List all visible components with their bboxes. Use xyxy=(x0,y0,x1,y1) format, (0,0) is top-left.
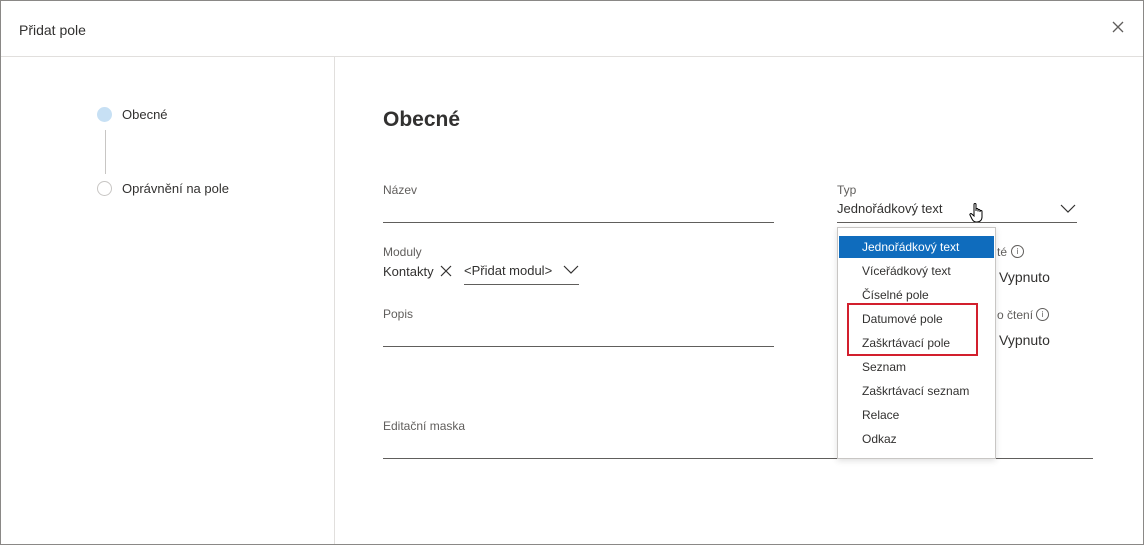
close-button[interactable] xyxy=(1110,21,1126,37)
dialog-header: Přidat pole xyxy=(1,1,1143,57)
type-option-list[interactable]: Seznam xyxy=(838,356,995,378)
description-input[interactable] xyxy=(383,324,774,346)
type-underline xyxy=(837,222,1077,223)
modules-label: Moduly xyxy=(383,245,422,259)
chevron-down-icon xyxy=(1060,204,1076,213)
type-option-checkbox[interactable]: Zaškrtávací pole xyxy=(838,332,995,354)
type-dropdown-list: Jednořádkový text Víceřádkový text Čísel… xyxy=(837,227,996,459)
type-option-date[interactable]: Datumové pole xyxy=(838,308,995,330)
module-chip-label: Kontakty xyxy=(383,264,434,279)
hand-cursor-icon xyxy=(969,203,983,223)
steps-panel xyxy=(1,57,335,544)
info-icon[interactable]: i xyxy=(1011,245,1024,258)
step-connector xyxy=(105,130,106,174)
step-field-permissions[interactable]: Oprávnění na pole xyxy=(97,181,229,196)
type-label: Typ xyxy=(837,183,857,197)
type-option-link[interactable]: Odkaz xyxy=(838,428,995,450)
edit-mask-label: Editační maska xyxy=(383,419,466,433)
type-option-single-line[interactable]: Jednořádkový text xyxy=(839,236,994,258)
step-dot-active xyxy=(97,107,112,122)
name-input[interactable] xyxy=(383,200,774,222)
remove-module-button[interactable] xyxy=(439,264,453,278)
type-option-multi-line[interactable]: Víceřádkový text xyxy=(838,260,995,282)
type-select[interactable]: Jednořádkový text xyxy=(837,198,1077,223)
chevron-down-icon xyxy=(563,265,579,274)
name-underline xyxy=(383,222,774,223)
toggle1-value[interactable]: Vypnuto xyxy=(999,269,1050,285)
step-label: Oprávnění na pole xyxy=(122,181,229,196)
name-label: Název xyxy=(383,183,418,197)
step-dot-inactive xyxy=(97,181,112,196)
close-icon xyxy=(440,265,452,277)
description-label: Popis xyxy=(383,307,414,321)
description-underline xyxy=(383,346,774,347)
toggle2-label: o čtení xyxy=(997,308,1034,322)
toggle2-value[interactable]: Vypnuto xyxy=(999,332,1050,348)
type-option-checkbox-list[interactable]: Zaškrtávací seznam xyxy=(838,380,995,402)
add-module-underline xyxy=(464,284,579,285)
type-option-number[interactable]: Číselné pole xyxy=(838,284,995,306)
step-general[interactable]: Obecné xyxy=(97,107,168,122)
close-icon xyxy=(1112,21,1124,33)
step-label: Obecné xyxy=(122,107,168,122)
section-title: Obecné xyxy=(383,108,461,131)
info-icon[interactable]: i xyxy=(1036,308,1049,321)
type-selected-value: Jednořádkový text xyxy=(837,201,943,216)
toggle1-label: té xyxy=(997,245,1008,259)
add-module-select[interactable]: <Přidat modul> xyxy=(464,260,579,284)
add-module-placeholder: <Přidat modul> xyxy=(464,263,553,278)
type-option-relation[interactable]: Relace xyxy=(838,404,995,426)
dialog-title: Přidat pole xyxy=(19,22,86,38)
